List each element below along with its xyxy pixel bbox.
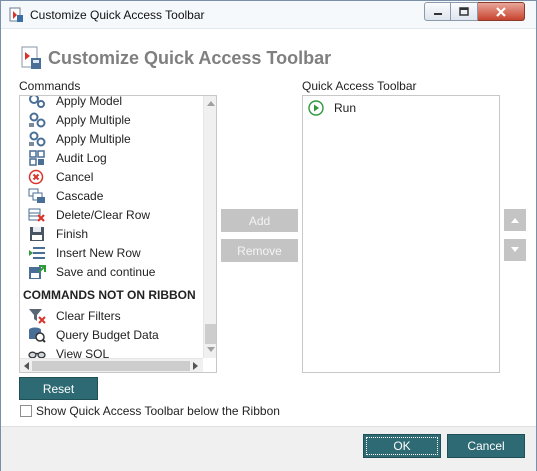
vertical-scrollbar[interactable] <box>203 96 216 358</box>
list-item-label: Audit Log <box>56 150 107 165</box>
list-item[interactable]: Delete/Clear Row <box>20 205 203 224</box>
maximize-icon <box>459 7 469 16</box>
query-data-icon <box>29 327 46 343</box>
list-item-label: Apply Multiple <box>56 112 131 127</box>
apply-model-icon <box>29 96 45 108</box>
clear-filter-icon <box>29 308 46 324</box>
list-item-label: Apply Model <box>56 95 123 108</box>
list-item[interactable]: Clear Filters <box>20 306 203 325</box>
scroll-right-icon[interactable] <box>193 362 199 370</box>
arrow-down-icon <box>511 247 519 252</box>
list-item[interactable]: Query Budget Data <box>20 325 203 344</box>
apply-multiple-icon <box>29 131 46 146</box>
run-icon <box>308 100 324 116</box>
insert-row-icon <box>29 246 45 259</box>
app-icon <box>9 7 23 22</box>
list-item[interactable]: Cancel <box>20 167 203 186</box>
list-item[interactable]: Save and continue <box>20 262 203 281</box>
list-item-label: Finish <box>56 226 89 241</box>
list-item[interactable]: Finish <box>20 224 203 243</box>
list-item[interactable]: Audit Log <box>20 148 203 167</box>
list-item[interactable]: Apply Model <box>20 95 203 110</box>
add-button[interactable]: Add <box>221 209 298 232</box>
audit-log-icon <box>29 149 45 166</box>
list-item-label: Cancel <box>56 169 94 184</box>
list-item[interactable]: Apply Multiple <box>20 110 203 129</box>
arrow-up-icon <box>511 218 519 223</box>
apply-multiple-icon <box>29 112 46 127</box>
qat-label: Quick Access Toolbar <box>302 79 417 93</box>
customize-qat-dialog: Customize Quick Access Toolbar Customize… <box>0 0 537 471</box>
list-item-label: Run <box>334 101 357 115</box>
horizontal-scrollbar[interactable] <box>20 358 203 372</box>
move-up-button[interactable] <box>504 209 526 231</box>
list-item-label: Save and continue <box>56 264 156 279</box>
window-title: Customize Quick Access Toolbar <box>30 8 205 22</box>
scroll-up-icon[interactable] <box>207 100 215 106</box>
dialog-heading: Customize Quick Access Toolbar <box>48 48 332 68</box>
customize-toolbar-icon <box>21 46 41 69</box>
title-bar[interactable]: Customize Quick Access Toolbar <box>1 1 536 29</box>
delete-row-icon <box>28 208 45 222</box>
horizontal-scroll-thumb[interactable] <box>32 361 190 371</box>
cancel-icon <box>28 169 44 184</box>
list-item[interactable]: Insert New Row <box>20 243 203 262</box>
list-item-label: Query Budget Data <box>56 327 159 342</box>
close-button[interactable] <box>478 2 525 21</box>
commands-items: Apply Model Apply Multiple Apply Multipl… <box>20 95 203 363</box>
section-header: COMMANDS NOT ON RIBBON <box>23 287 196 302</box>
list-item-label: Delete/Clear Row <box>56 207 151 222</box>
vertical-scroll-thumb[interactable] <box>205 324 216 344</box>
list-item-label: Cascade <box>56 188 104 203</box>
move-down-button[interactable] <box>504 239 526 261</box>
minimize-icon <box>433 12 442 15</box>
commands-label: Commands <box>19 79 81 93</box>
save-disk-icon <box>30 226 44 241</box>
ok-button[interactable]: OK <box>363 434 441 458</box>
reset-button[interactable]: Reset <box>19 377 98 400</box>
minimize-button[interactable] <box>424 2 451 21</box>
maximize-button[interactable] <box>451 2 478 21</box>
close-icon <box>496 6 506 17</box>
save-continue-icon <box>29 264 46 279</box>
show-below-ribbon-label[interactable]: Show Quick Access Toolbar below the Ribb… <box>36 404 280 418</box>
list-item-label: Clear Filters <box>56 308 121 323</box>
cancel-button[interactable]: Cancel <box>447 434 525 458</box>
list-item[interactable]: Cascade <box>20 186 203 205</box>
scroll-down-icon[interactable] <box>207 347 215 353</box>
show-below-ribbon-checkbox[interactable] <box>20 405 32 417</box>
list-item-label: Apply Multiple <box>56 131 131 146</box>
cascade-icon <box>28 188 45 203</box>
list-item-label: Insert New Row <box>56 245 141 260</box>
qat-list[interactable]: Run <box>302 95 500 373</box>
list-item[interactable]: Apply Multiple <box>20 129 203 148</box>
commands-list[interactable]: Apply Model Apply Multiple Apply Multipl… <box>19 95 217 373</box>
remove-button[interactable]: Remove <box>221 239 298 262</box>
scroll-left-icon[interactable] <box>23 362 29 370</box>
list-item[interactable]: Run <box>308 100 356 116</box>
